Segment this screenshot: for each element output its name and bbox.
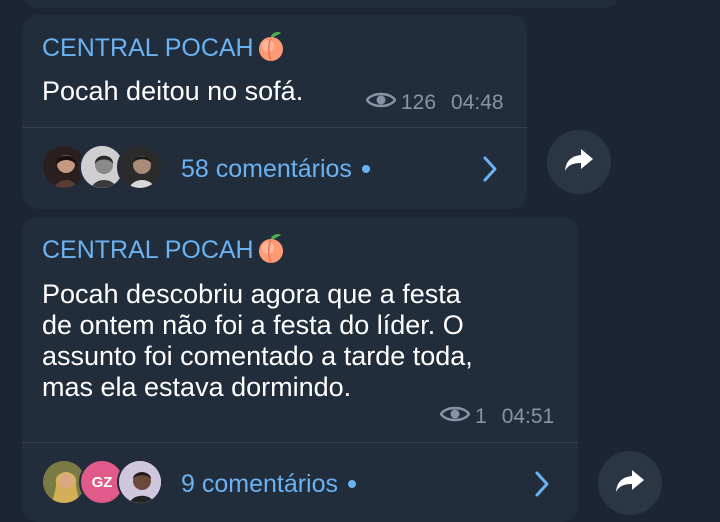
message-meta: 126 04:48 <box>365 91 504 115</box>
comments-count: 9 comentários <box>181 469 357 499</box>
eye-icon <box>365 91 397 115</box>
comments-divider <box>22 127 527 128</box>
avatar-initials: GZ <box>91 473 113 491</box>
message-meta: 1 04:51 <box>439 405 555 429</box>
previous-message-bubble <box>22 0 620 8</box>
channel-name-text: CENTRAL POCAH <box>42 236 254 264</box>
comments-count-text: 9 comentários <box>181 470 339 498</box>
chevron-right-icon[interactable] <box>480 155 500 188</box>
message-time: 04:48 <box>451 91 504 114</box>
view-count: 126 <box>401 91 437 114</box>
message-bubble: CENTRAL POCAH Pocah descobriu agora que … <box>22 217 578 522</box>
message-bubble: CENTRAL POCAH Pocah deitou no sofá. 126 … <box>22 15 527 209</box>
comments-divider <box>22 442 578 443</box>
share-button[interactable] <box>598 451 662 515</box>
peach-icon <box>255 31 287 68</box>
avatar <box>117 459 163 505</box>
share-button[interactable] <box>547 130 611 194</box>
chevron-right-icon[interactable] <box>532 470 552 503</box>
view-count: 1 <box>475 405 487 428</box>
message-time: 04:51 <box>501 405 555 428</box>
comments-count: 58 comentários <box>181 154 370 184</box>
share-arrow-icon <box>563 146 595 179</box>
avatar <box>117 144 163 190</box>
channel-name-text: CENTRAL POCAH <box>42 34 254 62</box>
comments-row[interactable]: 58 comentários <box>22 129 527 209</box>
channel-name[interactable]: CENTRAL POCAH <box>42 31 287 68</box>
comments-row[interactable]: GZ 9 comentários <box>22 444 578 522</box>
message-text: Pocah deitou no sofá. <box>42 76 304 106</box>
share-arrow-icon <box>614 467 646 500</box>
unread-dot <box>361 165 370 173</box>
message-text: Pocah descobriu agora que a festa de ont… <box>42 279 473 402</box>
comments-count-text: 58 comentários <box>181 155 352 183</box>
eye-icon <box>439 405 471 429</box>
peach-icon <box>255 233 287 270</box>
channel-name[interactable]: CENTRAL POCAH <box>42 233 287 270</box>
unread-dot <box>348 480 357 488</box>
